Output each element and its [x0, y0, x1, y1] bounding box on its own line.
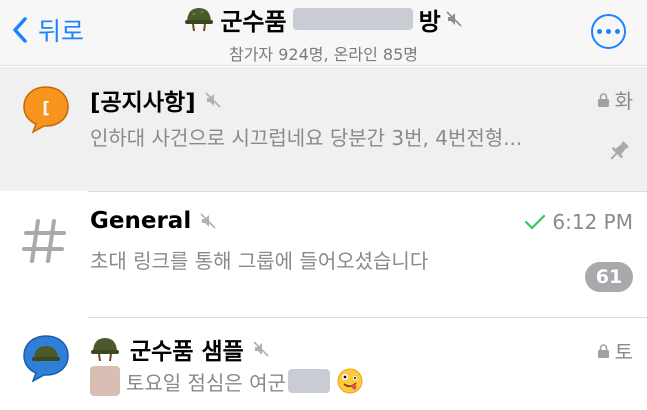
chat-header: 뒤로 군수품 방 참가자 924명, 온라인 85명 — [0, 0, 647, 66]
chat-time: 화 — [597, 85, 633, 114]
unread-badge: 61 — [585, 262, 633, 292]
title-suffix: 방 — [418, 7, 441, 36]
checkmark-icon — [525, 214, 546, 230]
chat-name: 군수품 샘플 — [90, 332, 270, 366]
chat-time: 6:12 PM — [524, 210, 633, 234]
redacted-text — [292, 8, 413, 30]
mute-icon — [205, 92, 221, 108]
chat-preview: 초대 링크를 통해 그룹에 들어오셨습니다 — [90, 249, 429, 273]
military-helmet-icon — [91, 338, 119, 362]
more-button[interactable] — [591, 14, 626, 49]
more-icon — [597, 29, 602, 34]
chat-name: General — [90, 208, 217, 234]
mute-icon — [253, 341, 269, 357]
lock-icon — [597, 343, 609, 358]
svg-text:[: [ — [42, 98, 49, 117]
participant-count: 참가자 924명, 온라인 85명 — [228, 45, 418, 64]
mute-icon — [446, 11, 462, 27]
military-helmet-icon — [185, 8, 214, 32]
chat-list-item-notice[interactable]: [ [공지사항] 화 인하대 사건으로 시끄럽네요 당분간 3번, 4번전형..… — [0, 67, 647, 191]
chat-list-item-general[interactable]: General 6:12 PM 초대 링크를 통해 그룹에 들어오셨습니다 61 — [0, 192, 647, 317]
title-prefix: 군수품 — [220, 7, 287, 36]
chat-name: [공지사항] — [90, 83, 222, 117]
chat-preview: 토요일 점심은 여군 — [90, 366, 364, 396]
chat-list-item-sample[interactable]: 군수품 샘플 토 토요일 점심은 여군 — [0, 318, 647, 410]
chat-title-area[interactable]: 군수품 방 참가자 924명, 온라인 85명 — [0, 4, 647, 65]
chat-preview: 인하대 사건으로 시끄럽네요 당분간 3번, 4번전형... — [90, 126, 523, 150]
redacted-text — [287, 369, 330, 393]
hash-icon — [22, 219, 66, 263]
page-title: 군수품 방 — [184, 4, 462, 36]
notice-avatar-icon: [ — [23, 86, 69, 134]
zany-face-icon — [337, 368, 363, 394]
chat-time: 토 — [597, 336, 633, 365]
pin-icon — [610, 141, 629, 160]
group-avatar-icon — [23, 335, 69, 383]
redacted-sender — [90, 366, 120, 396]
lock-icon — [597, 92, 609, 107]
mute-icon — [200, 213, 216, 229]
